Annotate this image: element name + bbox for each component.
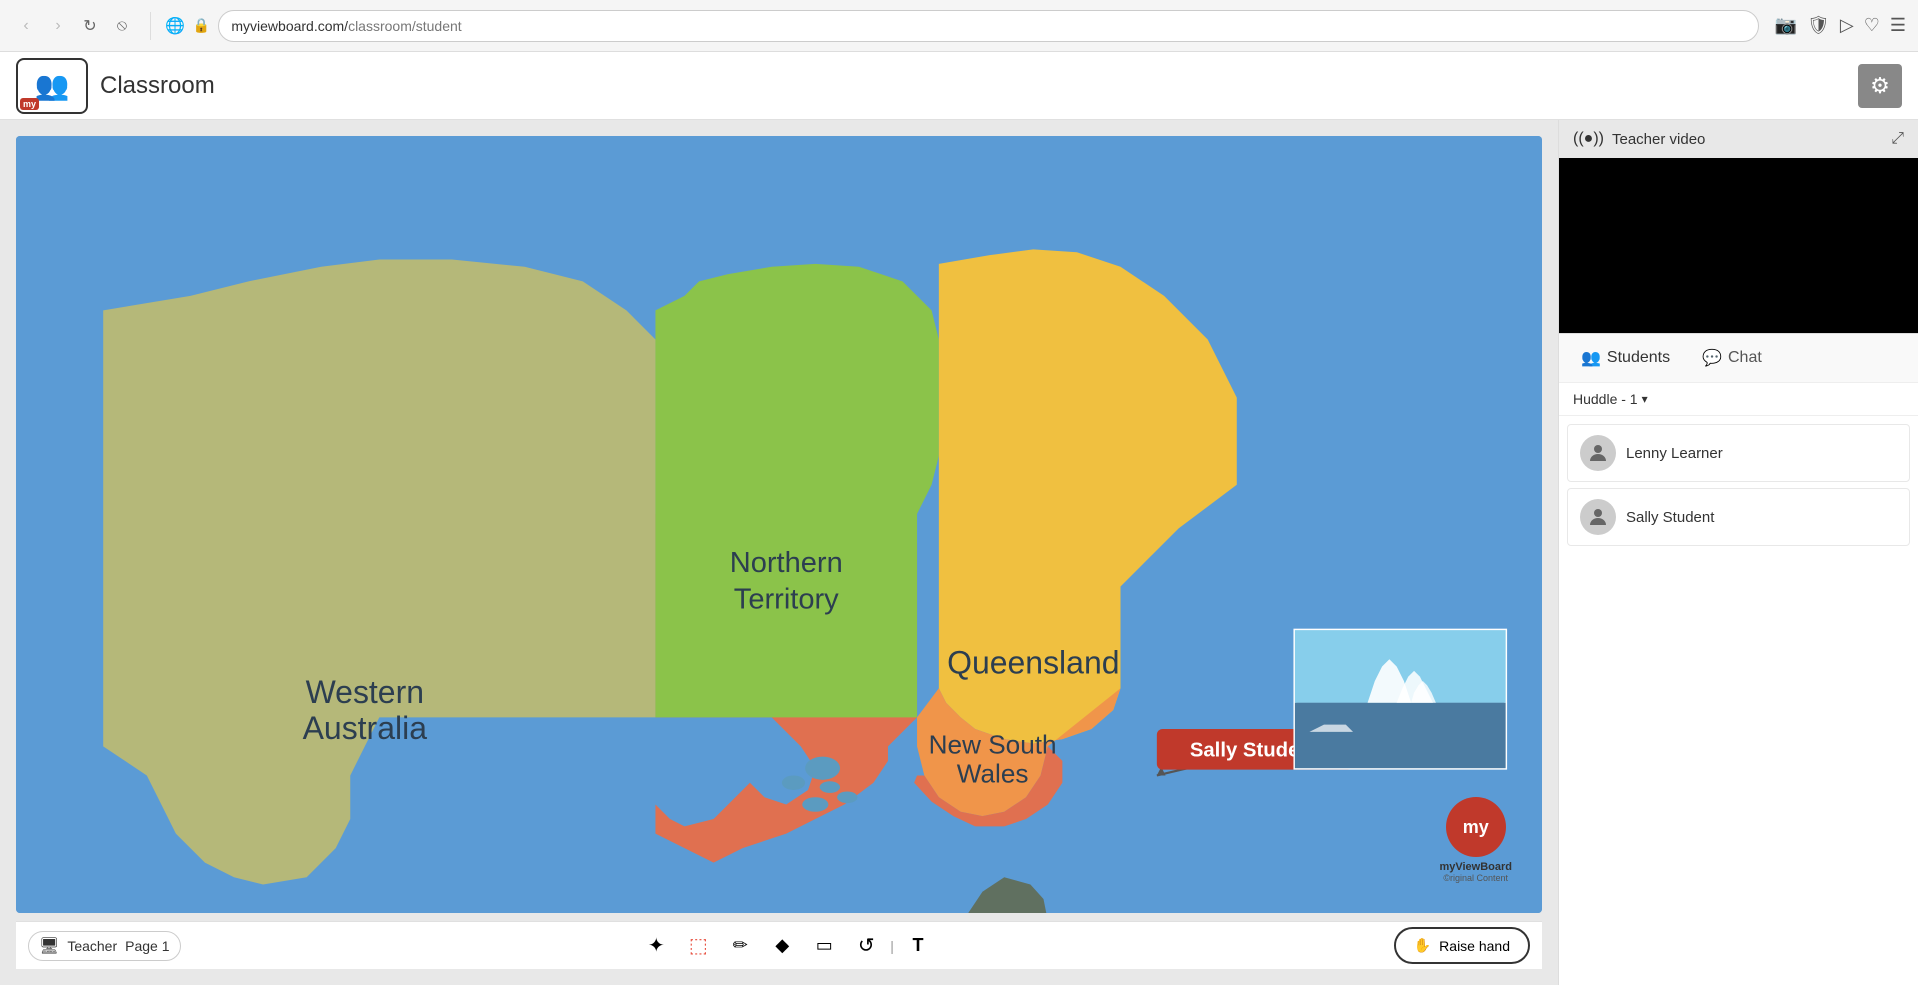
- address-bar[interactable]: myviewboard.com/classroom/student: [218, 10, 1758, 42]
- huddle-label: Huddle - 1: [1573, 391, 1638, 407]
- shapes-tool[interactable]: ▭: [806, 928, 842, 964]
- nt-label2: Territory: [734, 583, 839, 615]
- heart-button[interactable]: ♡: [1864, 15, 1880, 36]
- play-button[interactable]: ▷: [1840, 15, 1854, 36]
- wa-label: Western: [306, 674, 424, 710]
- url-path: classroom/student: [348, 18, 462, 34]
- reload-button[interactable]: ↻: [76, 12, 104, 40]
- video-icon: ((●)): [1573, 130, 1604, 148]
- address-text: myviewboard.com/classroom/student: [231, 18, 461, 34]
- divider: [150, 12, 151, 40]
- huddle-selector: Huddle - 1 ▾: [1559, 383, 1918, 416]
- island5: [837, 791, 857, 803]
- app-header: 👥 my Classroom ⚙: [0, 52, 1918, 120]
- student-name-sally: Sally Student: [1626, 509, 1714, 526]
- grid-button[interactable]: ⦸: [108, 12, 136, 40]
- rotate-tool[interactable]: ↺: [848, 928, 884, 964]
- main-layout: Western Australia Northern Territory Que…: [0, 120, 1918, 985]
- nsw-label2: Wales: [957, 759, 1029, 789]
- expand-video-button[interactable]: ⤢: [1891, 130, 1904, 148]
- chat-tab-label: Chat: [1728, 349, 1762, 367]
- tab-students[interactable]: 👥 Students: [1573, 344, 1678, 372]
- island3: [820, 781, 840, 793]
- page-info: 🖥 Teacher Page 1: [28, 931, 181, 961]
- app-logo: 👥 my: [16, 58, 88, 114]
- raise-hand-button[interactable]: ✋ Raise hand: [1394, 927, 1530, 964]
- video-screen: [1559, 158, 1918, 333]
- teacher-video-header: ((●)) Teacher video ⤢: [1559, 120, 1918, 158]
- teacher-video-title: ((●)) Teacher video: [1573, 130, 1705, 148]
- wa-label2: Australia: [303, 710, 428, 746]
- settings-button[interactable]: ⚙: [1858, 64, 1902, 108]
- opera-water: [1295, 703, 1506, 768]
- panel-tabs: 👥 Students 💬 Chat: [1559, 334, 1918, 383]
- nav-buttons: ‹ › ↻ ⦸: [12, 12, 136, 40]
- student-avatar-sally: [1580, 499, 1616, 535]
- page-label: Page 1: [125, 938, 169, 954]
- mvb-sub: ©riginal Content: [1439, 873, 1512, 883]
- canvas-area: Western Australia Northern Territory Que…: [0, 120, 1558, 985]
- student-item[interactable]: Lenny Learner: [1567, 424, 1910, 482]
- chevron-down-icon: ▾: [1642, 392, 1648, 406]
- eraser-tool[interactable]: ◆: [764, 928, 800, 964]
- qld-label: Queensland: [947, 645, 1119, 681]
- select-tool[interactable]: ⬚: [680, 928, 716, 964]
- logo-my-badge: my: [20, 98, 39, 110]
- url-base: myviewboard.com/: [231, 18, 348, 34]
- students-icon: 👥: [1581, 348, 1601, 368]
- browser-actions: 📷 🛡 ▷ ♡ ☰: [1775, 15, 1906, 36]
- student-list: Lenny Learner Sally Student: [1559, 416, 1918, 554]
- huddle-dropdown[interactable]: Huddle - 1 ▾: [1573, 391, 1648, 407]
- cursor-indicator: |: [890, 938, 894, 954]
- nsw-label: New South: [929, 730, 1057, 760]
- whiteboard[interactable]: Western Australia Northern Territory Que…: [16, 136, 1542, 913]
- teacher-video-section: ((●)) Teacher video ⤢: [1559, 120, 1918, 334]
- island4: [802, 797, 828, 812]
- app-title: Classroom: [100, 72, 1846, 100]
- mvb-logo: my: [1446, 797, 1506, 857]
- pen-tool[interactable]: ✏: [722, 928, 758, 964]
- forward-button[interactable]: ›: [44, 12, 72, 40]
- tools-center: ✦ ⬚ ✏ ◆ ▭ ↺ | T: [189, 928, 1386, 964]
- browser-chrome: ‹ › ↻ ⦸ 🌐 🔒 myviewboard.com/classroom/st…: [0, 0, 1918, 52]
- mvb-name: myViewBoard: [1439, 861, 1512, 873]
- teacher-label: Teacher: [67, 938, 117, 954]
- chat-icon: 💬: [1702, 348, 1722, 368]
- island2: [782, 775, 805, 790]
- kangaroo-island: [805, 757, 840, 780]
- student-item-sally[interactable]: Sally Student: [1567, 488, 1910, 546]
- teacher-video-label: Teacher video: [1612, 131, 1705, 148]
- student-name-lenny: Lenny Learner: [1626, 445, 1723, 462]
- transform-tool[interactable]: ✦: [638, 928, 674, 964]
- australia-map: Western Australia Northern Territory Que…: [16, 136, 1542, 913]
- students-chat-panel: 👥 Students 💬 Chat Huddle - 1 ▾: [1559, 334, 1918, 985]
- shield-button[interactable]: 🛡: [1807, 15, 1830, 36]
- logo-icon: 👥: [35, 69, 70, 102]
- nt-label: Northern: [730, 547, 843, 579]
- students-tab-label: Students: [1607, 349, 1670, 367]
- raise-hand-label: Raise hand: [1439, 938, 1510, 954]
- favicon: 🌐: [165, 16, 185, 36]
- lock-icon: 🔒: [193, 17, 210, 34]
- raise-hand-icon: ✋: [1414, 937, 1431, 954]
- nt-shape: [655, 264, 938, 717]
- bottom-toolbar: 🖥 Teacher Page 1 ✦ ⬚ ✏ ◆ ▭ ↺ | T ✋ Raise…: [16, 921, 1542, 969]
- screenshot-button[interactable]: 📷: [1775, 15, 1797, 36]
- mvb-watermark: my myViewBoard ©riginal Content: [1439, 797, 1512, 883]
- back-button[interactable]: ‹: [12, 12, 40, 40]
- student-avatar-lenny: [1580, 435, 1616, 471]
- right-panel: ((●)) Teacher video ⤢ 👥 Students 💬 Chat: [1558, 120, 1918, 985]
- text-tool[interactable]: T: [900, 928, 936, 964]
- menu-button[interactable]: ☰: [1890, 15, 1906, 36]
- page-teacher-icon: 🖥: [39, 936, 59, 956]
- tab-chat[interactable]: 💬 Chat: [1694, 344, 1770, 372]
